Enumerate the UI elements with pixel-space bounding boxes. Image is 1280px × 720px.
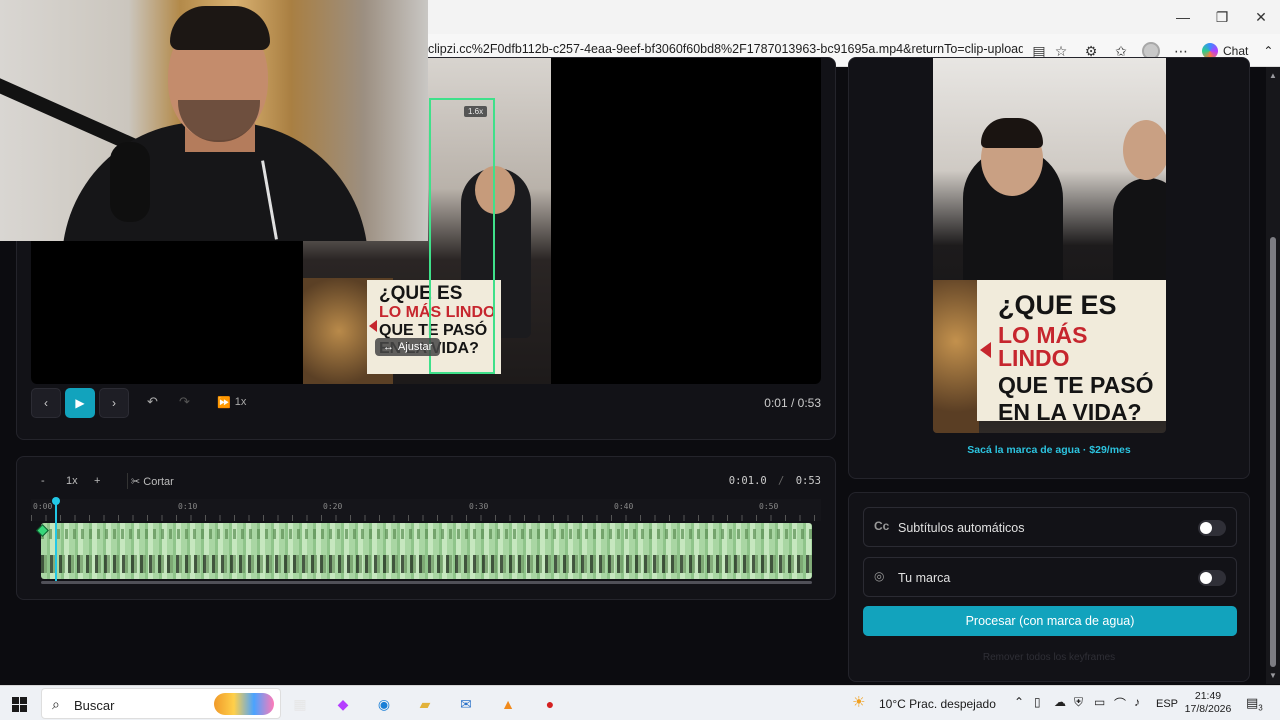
- options-card: Cc Subtítulos automáticos ◎ Tu marca Pro…: [848, 492, 1250, 682]
- scroll-down-icon[interactable]: ▼: [1269, 671, 1277, 680]
- crop-zoom-badge: 1.6x: [464, 106, 488, 117]
- next-frame-button[interactable]: ›: [99, 388, 129, 418]
- notification-count: 3: [1258, 703, 1263, 713]
- zoom-value: 1x: [66, 475, 78, 487]
- vertical-preview: ¿QUE ES LO MÁS LINDO QUE TE PASÓ EN LA V…: [933, 58, 1166, 433]
- remove-keyframes-link[interactable]: Remover todos los keyframes: [849, 652, 1249, 663]
- zoom-out-button[interactable]: -: [41, 475, 45, 487]
- timeline-total-time: 0:53: [795, 475, 821, 487]
- timeline-current-time: 0:01.0: [728, 475, 767, 487]
- player-controls: ‹ ▶ › ↶ ↷ ⏩ 1x 0:01 / 0:53: [31, 388, 821, 424]
- notifications-icon[interactable]: ▤3: [1246, 695, 1263, 713]
- clock-time: 21:49: [1194, 690, 1222, 702]
- ruler-label: 0:20: [323, 502, 343, 511]
- brand-label: Tu marca: [898, 571, 951, 585]
- weather-text[interactable]: 10°C Prac. despejado: [879, 697, 996, 711]
- time-readout: 0:01 / 0:53: [764, 396, 821, 410]
- edge-icon[interactable]: ◉: [372, 692, 396, 716]
- volume-icon[interactable]: ♪: [1134, 695, 1140, 709]
- playhead-handle[interactable]: [52, 497, 60, 505]
- ruler-label: 0:10: [178, 502, 198, 511]
- ruler-ticks: [31, 515, 821, 521]
- subtitles-option[interactable]: Cc Subtítulos automáticos: [863, 507, 1237, 547]
- url-field[interactable]: clipzi.cc%2F0dfb112b-c257-4eaa-9eef-bf30…: [428, 42, 1023, 56]
- wifi-icon[interactable]: ⌒: [1114, 695, 1126, 712]
- file-explorer-icon[interactable]: ▰: [413, 692, 437, 716]
- cut-button[interactable]: ✂ Cortar: [131, 475, 174, 488]
- obs-icon[interactable]: ●: [538, 692, 562, 716]
- taskbar-clock[interactable]: 21:49 17/8/2026: [1183, 690, 1233, 716]
- language-indicator[interactable]: ESP: [1156, 698, 1178, 710]
- timeline-separator: /: [778, 475, 785, 487]
- prev-frame-button[interactable]: ‹: [31, 388, 61, 418]
- task-view-icon[interactable]: ▦: [288, 692, 312, 716]
- taskbar-search[interactable]: ⌕ Buscar: [41, 688, 281, 719]
- timeline-time: 0:01.0 / 0:53: [729, 475, 821, 487]
- play-button[interactable]: ▶: [65, 388, 95, 418]
- brand-toggle[interactable]: [1198, 570, 1226, 586]
- speed-value: 1x: [234, 396, 247, 408]
- resize-arrows-icon: ↔: [383, 341, 394, 353]
- webcam-overlay: [0, 0, 428, 241]
- vlc-icon[interactable]: ▲: [496, 692, 520, 716]
- adjust-label: Ajustar: [398, 341, 433, 353]
- scroll-up-icon[interactable]: ▲: [1269, 71, 1277, 80]
- ruler-label: 0:00: [33, 502, 53, 511]
- weather-icon[interactable]: ☀: [852, 693, 865, 711]
- windows-start-icon[interactable]: [12, 697, 27, 712]
- preview-poster: ¿QUE ES LO MÁS LINDO QUE TE PASÓ EN LA V…: [977, 280, 1166, 425]
- device-icon[interactable]: ▯: [1034, 695, 1041, 709]
- redo-icon[interactable]: ↷: [179, 394, 190, 410]
- subtitles-label: Subtítulos automáticos: [898, 521, 1025, 535]
- page-scrollbar[interactable]: ▲ ▼: [1266, 67, 1280, 684]
- ruler-label: 0:30: [469, 502, 489, 511]
- search-highlight-icon: [214, 693, 274, 715]
- process-button[interactable]: Procesar (con marca de agua): [863, 606, 1237, 636]
- preview-poster-line-2: LO MÁS LINDO: [998, 322, 1088, 371]
- playhead[interactable]: [55, 499, 57, 583]
- preview-poster-line-4: EN LA VIDA?: [998, 399, 1142, 425]
- timeline-ruler[interactable]: 0:00 0:10 0:20 0:30 0:40 0:50: [31, 499, 821, 521]
- preview-poster-line-3: QUE TE PASÓ: [998, 372, 1154, 398]
- battery-icon[interactable]: ▭: [1094, 695, 1105, 709]
- copilot-app-icon[interactable]: ◆: [331, 692, 355, 716]
- subtitles-toggle[interactable]: [1198, 520, 1226, 536]
- timeline-scrollbar[interactable]: [41, 581, 812, 584]
- preview-card: ¿QUE ES LO MÁS LINDO QUE TE PASÓ EN LA V…: [848, 57, 1250, 479]
- chat-label: Chat: [1223, 44, 1249, 58]
- timeline-toolbar: - 1x + ✂ Cortar 0:01.0 / 0:53: [17, 457, 835, 505]
- chevron-up-icon[interactable]: ⌃: [1014, 695, 1024, 709]
- scissors-icon: ✂: [131, 476, 141, 488]
- captions-icon: Cc: [874, 519, 890, 533]
- preview-poster-line-1: ¿QUE ES: [998, 290, 1117, 320]
- undo-icon[interactable]: ↶: [147, 394, 158, 410]
- adjust-button[interactable]: ↔ Ajustar: [375, 338, 441, 356]
- minimize-icon[interactable]: —: [1164, 4, 1202, 30]
- windows-taskbar: ⌕ Buscar ▦ ◆ ◉ ▰ ✉ ▲ ● ☀ 10°C Prac. desp…: [0, 685, 1280, 720]
- cut-label: Cortar: [143, 476, 174, 488]
- ruler-label: 0:40: [614, 502, 634, 511]
- brand-option[interactable]: ◎ Tu marca: [863, 557, 1237, 597]
- restore-icon[interactable]: ❐: [1203, 4, 1241, 30]
- remove-watermark-link[interactable]: Sacá la marca de agua · $29/mes: [849, 444, 1249, 456]
- chevron-up-icon[interactable]: ⌃: [1263, 44, 1273, 58]
- fast-forward-icon: ⏩: [217, 397, 231, 409]
- crop-frame[interactable]: [429, 98, 495, 374]
- search-icon: ⌕: [52, 696, 60, 712]
- toolbar-divider: [127, 473, 128, 489]
- scroll-thumb[interactable]: [1270, 237, 1276, 667]
- search-placeholder: Buscar: [74, 698, 115, 713]
- ruler-label: 0:50: [759, 502, 779, 511]
- outlook-icon[interactable]: ✉: [454, 692, 478, 716]
- clock-date: 17/8/2026: [1184, 703, 1232, 715]
- check-circle-icon: ◎: [874, 569, 885, 583]
- zoom-in-button[interactable]: +: [94, 475, 100, 487]
- close-icon[interactable]: ✕: [1242, 4, 1280, 30]
- video-track[interactable]: [41, 523, 812, 579]
- onedrive-icon[interactable]: ☁: [1054, 695, 1066, 709]
- speed-button[interactable]: ⏩ 1x: [217, 396, 246, 409]
- timeline-card: - 1x + ✂ Cortar 0:01.0 / 0:53 0:00 0:10 …: [16, 456, 836, 600]
- security-icon[interactable]: ⛨: [1074, 695, 1083, 710]
